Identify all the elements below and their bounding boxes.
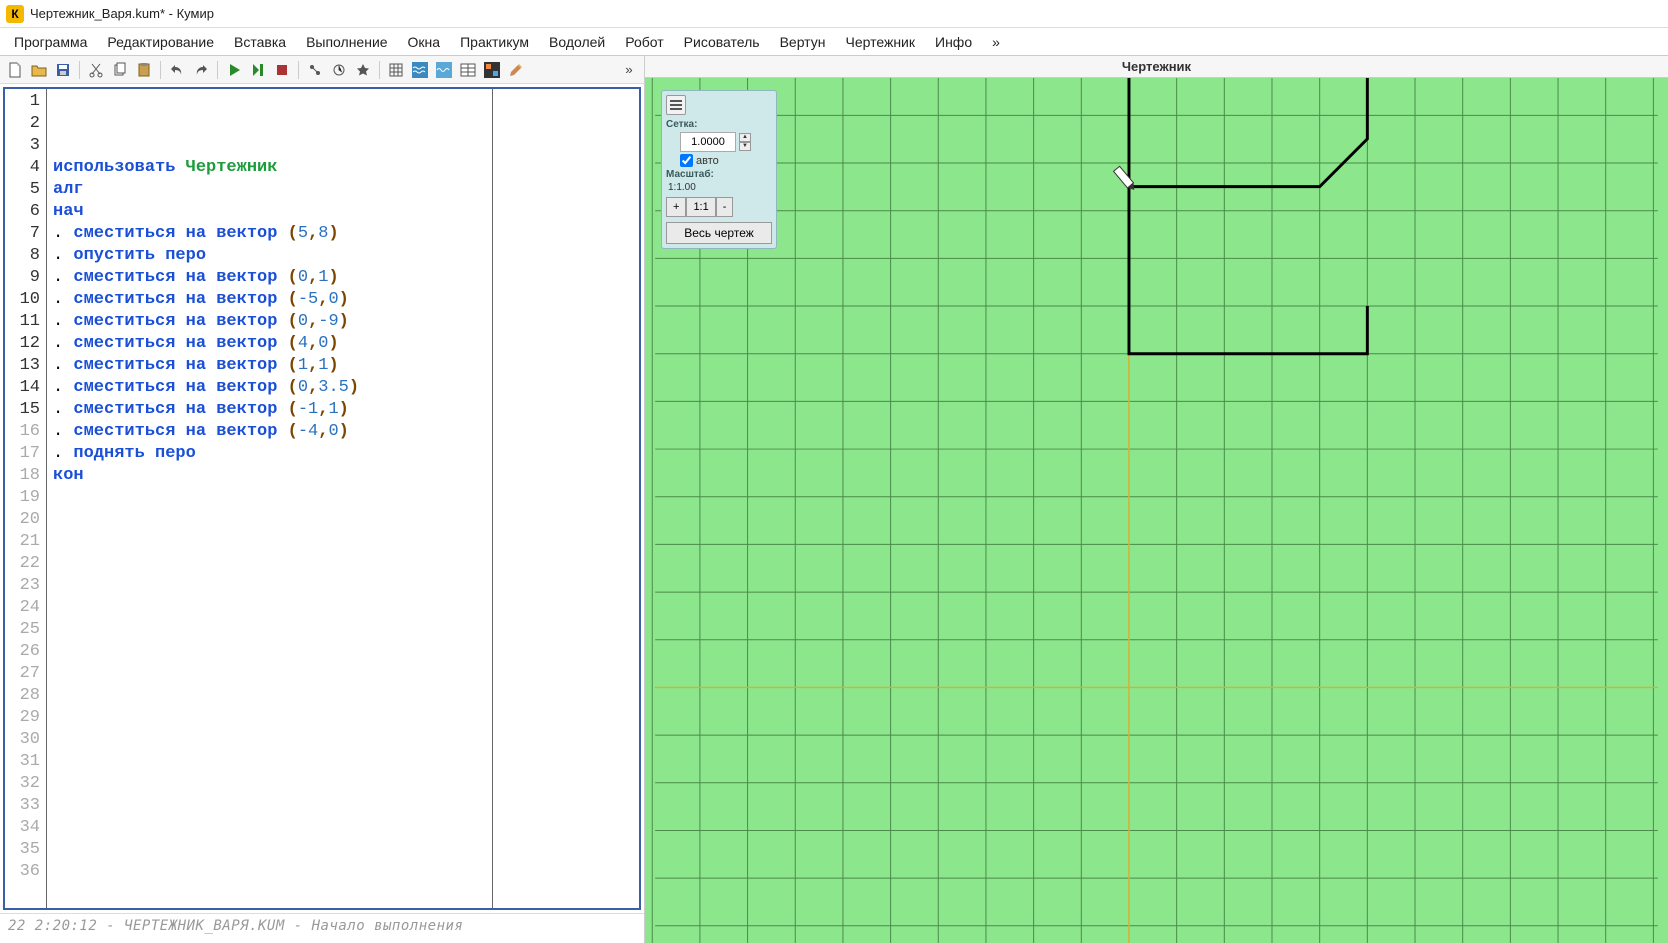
- title-bar: К Чертежник_Варя.kum* - Кумир: [0, 0, 1668, 28]
- canvas-title: Чертежник: [645, 56, 1668, 78]
- menu-Практикум[interactable]: Практикум: [450, 30, 539, 54]
- toolbar: »: [0, 56, 644, 84]
- toolbar-overflow[interactable]: »: [618, 59, 640, 81]
- grid-label: Сетка:: [666, 119, 772, 130]
- menu-Рисователь[interactable]: Рисователь: [674, 30, 770, 54]
- menu-Выполнение[interactable]: Выполнение: [296, 30, 397, 54]
- right-pane: Чертежник Сетка: ▲ ▼ авто Масштаб:: [645, 56, 1668, 943]
- panel-menu-icon[interactable]: [666, 95, 686, 115]
- scale-value: 1:1.00: [666, 182, 772, 193]
- code-area[interactable]: использовать Чертежникалгнач. сместиться…: [47, 89, 639, 908]
- grid-auto-checkbox[interactable]: [680, 154, 693, 167]
- menu-Водолей[interactable]: Водолей: [539, 30, 615, 54]
- menu-Вертун[interactable]: Вертун: [770, 30, 836, 54]
- waves2-icon[interactable]: [433, 59, 455, 81]
- grid-spin-up[interactable]: ▲: [739, 133, 751, 142]
- step[interactable]: [247, 59, 269, 81]
- open-file[interactable]: [28, 59, 50, 81]
- debug-margin: [492, 89, 493, 908]
- app-icon: К: [6, 5, 24, 23]
- menu-Инфо[interactable]: Инфо: [925, 30, 982, 54]
- undo[interactable]: [166, 59, 188, 81]
- redo[interactable]: [190, 59, 212, 81]
- menu-Робот[interactable]: Робот: [615, 30, 673, 54]
- pattern-icon[interactable]: [481, 59, 503, 81]
- drawing-canvas[interactable]: Сетка: ▲ ▼ авто Масштаб: 1:1.00 + 1:1: [645, 78, 1668, 943]
- menu-»[interactable]: »: [982, 30, 1010, 54]
- actor-2[interactable]: [328, 59, 350, 81]
- actor-3[interactable]: [352, 59, 374, 81]
- menu-Редактирование[interactable]: Редактирование: [97, 30, 224, 54]
- line-gutter: 1234567891011121314151617181920212223242…: [5, 89, 47, 908]
- zoom-in-button[interactable]: +: [666, 197, 686, 217]
- stop[interactable]: [271, 59, 293, 81]
- status-bar: 22 2:20:12 - ЧЕРТЕЖНИК_ВАРЯ.KUM - Начало…: [0, 913, 644, 943]
- save-file[interactable]: [52, 59, 74, 81]
- fit-drawing-button[interactable]: Весь чертеж: [666, 222, 772, 244]
- paste[interactable]: [133, 59, 155, 81]
- menu-Вставка[interactable]: Вставка: [224, 30, 296, 54]
- new-file[interactable]: [4, 59, 26, 81]
- waves-icon[interactable]: [409, 59, 431, 81]
- left-pane: » 12345678910111213141516171819202122232…: [0, 56, 645, 943]
- menu-bar: ПрограммаРедактированиеВставкаВыполнение…: [0, 28, 1668, 56]
- code-editor[interactable]: 1234567891011121314151617181920212223242…: [3, 87, 641, 910]
- grid-svg: [645, 78, 1668, 943]
- grid-icon[interactable]: [385, 59, 407, 81]
- paint-icon[interactable]: [505, 59, 527, 81]
- zoom-out-button[interactable]: -: [716, 197, 734, 217]
- menu-Программа[interactable]: Программа: [4, 30, 97, 54]
- cut[interactable]: [85, 59, 107, 81]
- grid-auto-label: авто: [696, 155, 719, 167]
- scale-label: Масштаб:: [666, 169, 772, 180]
- table-icon[interactable]: [457, 59, 479, 81]
- window-title: Чертежник_Варя.kum* - Кумир: [30, 6, 214, 21]
- grid-size-input[interactable]: [680, 132, 736, 152]
- grid-spin-down[interactable]: ▼: [739, 142, 751, 151]
- zoom-reset-button[interactable]: 1:1: [686, 197, 715, 217]
- menu-Окна[interactable]: Окна: [398, 30, 451, 54]
- copy[interactable]: [109, 59, 131, 81]
- actor-1[interactable]: [304, 59, 326, 81]
- canvas-control-panel[interactable]: Сетка: ▲ ▼ авто Масштаб: 1:1.00 + 1:1: [661, 90, 777, 249]
- run[interactable]: [223, 59, 245, 81]
- menu-Чертежник[interactable]: Чертежник: [835, 30, 925, 54]
